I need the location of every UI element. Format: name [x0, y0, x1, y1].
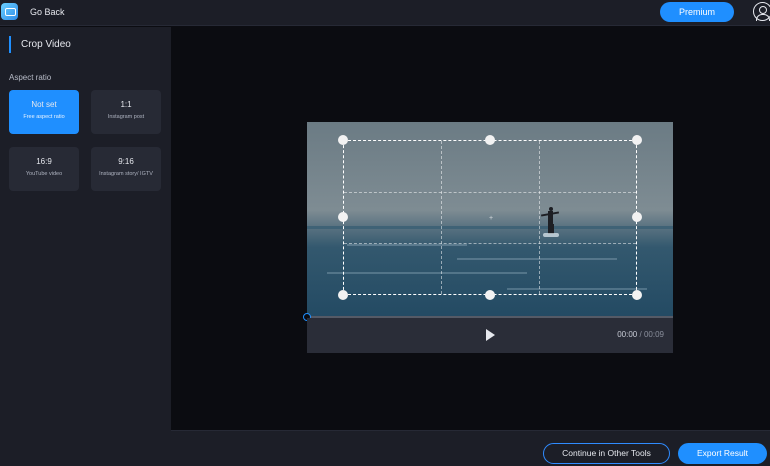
ratio-option-16-9[interactable]: 16:9 YouTube video	[9, 147, 79, 191]
ratio-option-label: Not set	[31, 100, 57, 109]
user-account-icon[interactable]	[753, 2, 770, 21]
time-separator: /	[639, 330, 642, 339]
sidebar: Crop Video Aspect ratio Not set Free asp…	[0, 27, 171, 466]
top-bar: Go Back Premium	[0, 0, 770, 26]
crop-grid-line	[344, 243, 636, 244]
player-controls: 00:00 / 00:09	[307, 318, 673, 353]
ratio-option-description: Instagram post	[107, 114, 145, 120]
ratio-option-1-1[interactable]: 1:1 Instagram post	[91, 90, 161, 134]
crop-selection-box[interactable]: +	[343, 140, 637, 295]
current-time: 00:00	[617, 330, 638, 339]
crop-grid-line	[344, 192, 636, 193]
go-back-link[interactable]: Go Back	[30, 7, 65, 17]
ratio-option-label: 9:16	[118, 157, 134, 166]
title-accent-bar	[9, 36, 11, 53]
crop-handle-bottom-left[interactable]	[338, 290, 348, 300]
ratio-option-description: Instagram story/ IGTV	[99, 171, 153, 177]
crop-handle-top-right[interactable]	[632, 135, 642, 145]
ratio-option-9-16[interactable]: 9:16 Instagram story/ IGTV	[91, 147, 161, 191]
time-display: 00:00 / 00:09	[617, 330, 664, 339]
crop-handle-top-left[interactable]	[338, 135, 348, 145]
crop-center-icon: +	[489, 215, 494, 222]
aspect-ratio-label: Aspect ratio	[9, 73, 52, 82]
crop-handle-right[interactable]	[632, 212, 642, 222]
app-logo-icon[interactable]	[1, 3, 18, 20]
ratio-option-not-set[interactable]: Not set Free aspect ratio	[9, 90, 79, 134]
duration: 00:09	[643, 330, 664, 339]
premium-button[interactable]: Premium	[660, 2, 734, 22]
crop-grid-line	[539, 141, 540, 294]
crop-grid-line	[441, 141, 442, 294]
crop-handle-bottom[interactable]	[485, 290, 495, 300]
panel-title: Crop Video	[21, 39, 71, 50]
continue-in-other-tools-button[interactable]: Continue in Other Tools	[543, 443, 670, 464]
ratio-option-label: 1:1	[120, 100, 132, 109]
ratio-option-description: YouTube video	[25, 171, 63, 177]
crop-handle-left[interactable]	[338, 212, 348, 222]
export-result-button[interactable]: Export Result	[678, 443, 767, 464]
ratio-option-label: 16:9	[36, 157, 52, 166]
crop-handle-bottom-right[interactable]	[632, 290, 642, 300]
crop-handle-top[interactable]	[485, 135, 495, 145]
play-icon[interactable]	[486, 329, 495, 341]
ratio-option-description: Free aspect ratio	[23, 114, 65, 120]
